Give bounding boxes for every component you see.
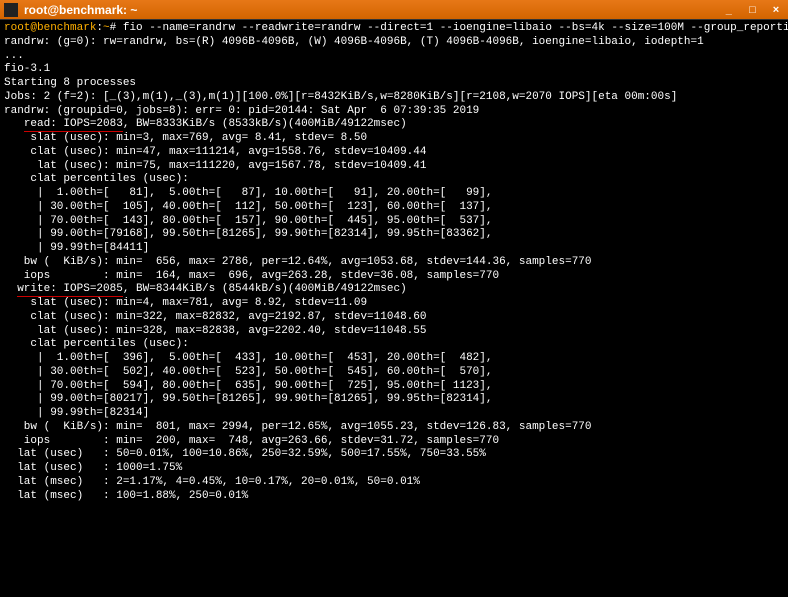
output-line: lat (msec) : 100=1.88%, 250=0.01% — [4, 490, 248, 502]
terminal-app-icon — [4, 3, 18, 17]
output-line: | 1.00th=[ 396], 5.00th=[ 433], 10.00th=… — [4, 352, 492, 364]
prompt-user-host: root@benchmark — [4, 22, 96, 34]
output-line: clat percentiles (usec): — [4, 173, 189, 185]
output-line: slat (usec): min=3, max=769, avg= 8.41, … — [4, 132, 367, 144]
output-line: bw ( KiB/s): min= 801, max= 2994, per=12… — [4, 421, 592, 433]
output-line: lat (usec): min=75, max=111220, avg=1567… — [4, 160, 426, 172]
output-line: | 99.00th=[80217], 99.50th=[81265], 99.9… — [4, 393, 492, 405]
terminal-output: root@benchmark:~# fio --name=randrw --re… — [0, 20, 788, 505]
prompt-end: # — [110, 22, 123, 34]
output-line: Starting 8 processes — [4, 77, 136, 89]
output-line: randrw: (groupid=0, jobs=8): err= 0: pid… — [4, 105, 479, 117]
output-line: iops : min= 164, max= 696, avg=263.28, s… — [4, 270, 499, 282]
window-controls: _ □ × — [720, 3, 784, 17]
read-header-rest: , BW=8333KiB/s (8533kB/s)(400MiB/49122ms… — [123, 118, 407, 130]
output-line: clat (usec): min=47, max=111214, avg=155… — [4, 146, 426, 158]
output-line: | 99.99th=[82314] — [4, 407, 149, 419]
output-line: | 70.00th=[ 594], 80.00th=[ 635], 90.00t… — [4, 380, 492, 392]
write-header-rest: , BW=8344KiB/s (8544kB/s)(400MiB/49122ms… — [123, 283, 407, 295]
command-line: fio --name=randrw --readwrite=randrw --d… — [123, 22, 788, 34]
write-header: write: IOPS=2085 — [17, 283, 123, 297]
output-line: lat (usec) : 1000=1.75% — [4, 462, 182, 474]
output-line: slat (usec): min=4, max=781, avg= 8.92, … — [4, 297, 367, 309]
output-line: ... — [4, 50, 24, 62]
prompt-path: ~ — [103, 22, 110, 34]
output-line: clat (usec): min=322, max=82832, avg=219… — [4, 311, 426, 323]
output-line: clat percentiles (usec): — [4, 338, 189, 350]
output-line: fio-3.1 — [4, 63, 50, 75]
output-line: | 99.00th=[79168], 99.50th=[81265], 99.9… — [4, 228, 492, 240]
output-line: | 70.00th=[ 143], 80.00th=[ 157], 90.00t… — [4, 215, 492, 227]
output-line: | 30.00th=[ 105], 40.00th=[ 112], 50.00t… — [4, 201, 492, 213]
output-line: iops : min= 200, max= 748, avg=263.66, s… — [4, 435, 499, 447]
read-header: read: IOPS=2083 — [24, 118, 123, 132]
window-titlebar: root@benchmark: ~ _ □ × — [0, 0, 788, 20]
window-title: root@benchmark: ~ — [24, 3, 720, 17]
minimize-button[interactable]: _ — [721, 3, 737, 17]
output-line: lat (msec) : 2=1.17%, 4=0.45%, 10=0.17%,… — [4, 476, 420, 488]
output-line: | 30.00th=[ 502], 40.00th=[ 523], 50.00t… — [4, 366, 492, 378]
output-line: | 99.99th=[84411] — [4, 242, 149, 254]
output-line: | 1.00th=[ 81], 5.00th=[ 87], 10.00th=[ … — [4, 187, 492, 199]
close-button[interactable]: × — [768, 3, 784, 17]
output-line: randrw: (g=0): rw=randrw, bs=(R) 4096B-4… — [4, 36, 704, 48]
output-line: bw ( KiB/s): min= 656, max= 2786, per=12… — [4, 256, 592, 268]
output-line: lat (usec) : 50=0.01%, 100=10.86%, 250=3… — [4, 448, 486, 460]
maximize-button[interactable]: □ — [744, 3, 760, 17]
output-line: lat (usec): min=328, max=82838, avg=2202… — [4, 325, 426, 337]
output-line: Jobs: 2 (f=2): [_(3),m(1),_(3),m(1)][100… — [4, 91, 677, 103]
